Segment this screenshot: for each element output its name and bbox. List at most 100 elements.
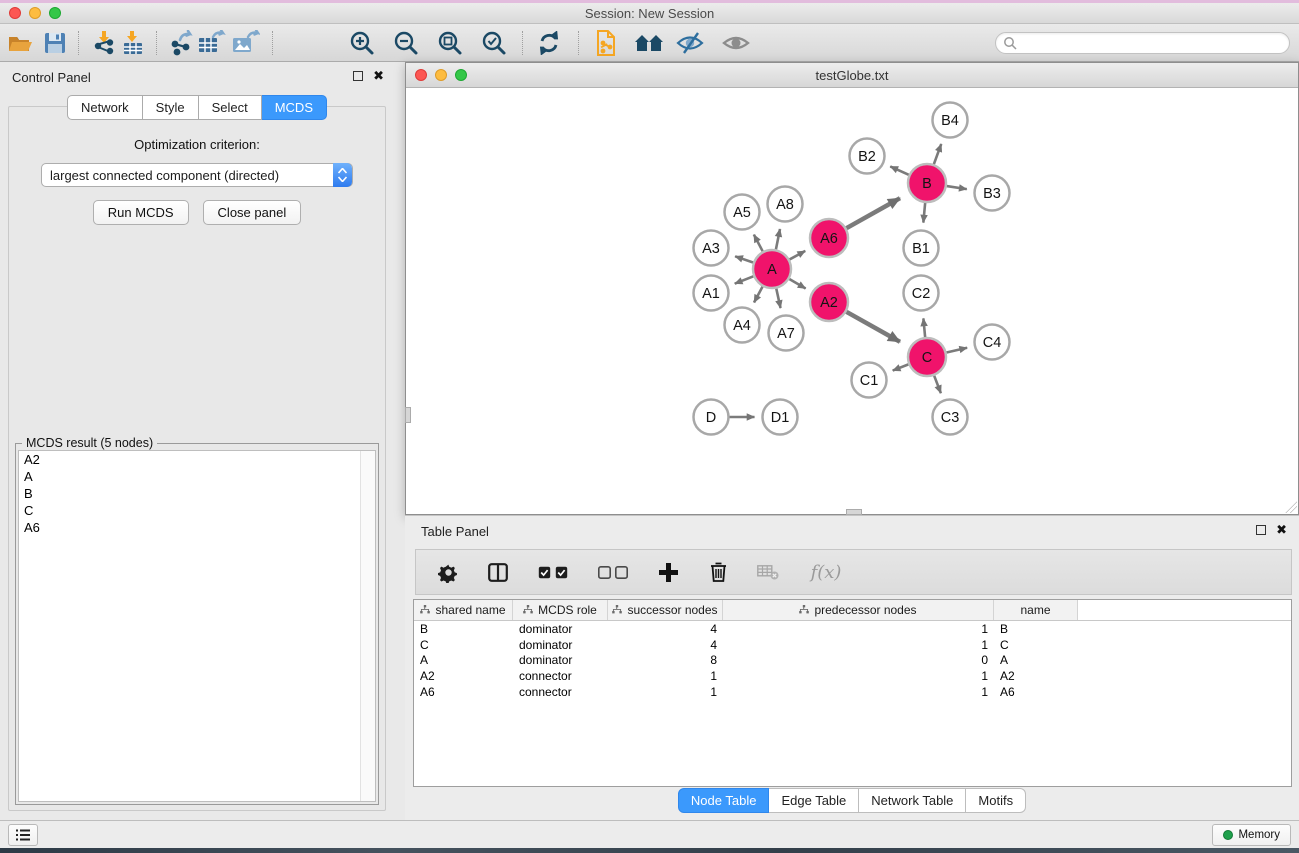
tab-node-table[interactable]: Node Table [678,788,770,813]
edge-A-A3[interactable] [735,256,753,262]
export-table-icon[interactable] [198,30,226,56]
refresh-icon[interactable] [537,31,561,55]
table-cell[interactable]: A [994,653,1078,667]
tab-select[interactable]: Select [199,95,262,120]
mcds-result-item[interactable]: A2 [19,451,375,468]
float-table-panel-icon[interactable] [1256,525,1266,535]
edge-C-C2[interactable] [923,318,925,337]
edge-A-A7[interactable] [776,289,780,309]
close-panel-icon[interactable]: ✖ [373,71,384,81]
edge-A-A5[interactable] [754,235,763,252]
import-network-icon[interactable] [92,30,118,56]
zoom-fit-icon[interactable] [437,30,463,56]
edge-A-A6[interactable] [790,251,806,260]
zoom-out-icon[interactable] [393,30,419,56]
edge-C-C3[interactable] [934,376,941,394]
mcds-result-item[interactable]: C [19,502,375,519]
table-cell[interactable]: 0 [723,653,994,667]
mcds-result-item[interactable]: A [19,468,375,485]
column-header-shared-name[interactable]: shared name [414,600,513,620]
result-scrollbar[interactable] [360,451,375,801]
close-table-panel-icon[interactable]: ✖ [1276,525,1287,535]
show-panels-button[interactable] [8,824,38,846]
edge-A2-C[interactable] [846,312,900,342]
tab-network-table[interactable]: Network Table [859,788,966,813]
table-cell[interactable]: 4 [608,622,723,636]
table-cell[interactable]: A2 [994,669,1078,683]
split-grip-left[interactable] [405,407,411,423]
edge-A-A8[interactable] [776,229,780,249]
open-session-icon[interactable] [8,32,34,54]
zoom-selected-icon[interactable] [481,30,507,56]
column-header-predecessor-nodes[interactable]: predecessor nodes [723,600,994,620]
table-cell[interactable]: 1 [723,638,994,652]
tab-network[interactable]: Network [67,95,143,120]
table-cell[interactable]: connector [513,685,608,699]
table-cell[interactable]: 1 [723,669,994,683]
table-settings-icon[interactable] [436,560,460,584]
table-cell[interactable]: C [414,638,513,652]
float-panel-icon[interactable] [353,71,363,81]
table-cell[interactable]: A6 [414,685,513,699]
table-cell[interactable]: connector [513,669,608,683]
table-row[interactable]: Cdominator41C [414,637,1291,653]
create-column-icon[interactable] [656,560,680,584]
memory-button[interactable]: Memory [1212,824,1291,846]
new-network-from-selection-icon[interactable] [594,29,618,57]
node-table[interactable]: shared nameMCDS rolesuccessor nodesprede… [413,599,1292,787]
close-panel-button[interactable]: Close panel [203,200,302,225]
column-header-mcds-role[interactable]: MCDS role [513,600,608,620]
search-input[interactable] [995,32,1290,54]
table-row[interactable]: Adominator80A [414,652,1291,668]
function-builder-icon[interactable]: f(x) [806,560,846,584]
save-session-icon[interactable] [44,32,66,54]
table-cell[interactable]: dominator [513,638,608,652]
table-cell[interactable]: dominator [513,622,608,636]
table-cell[interactable]: C [994,638,1078,652]
select-all-columns-icon[interactable] [536,560,570,584]
table-cell[interactable]: A2 [414,669,513,683]
table-row[interactable]: A2connector11A2 [414,668,1291,684]
tab-style[interactable]: Style [143,95,199,120]
import-table-icon[interactable] [120,30,146,56]
mcds-result-item[interactable]: B [19,485,375,502]
tab-mcds[interactable]: MCDS [262,95,327,120]
zoom-in-icon[interactable] [349,30,375,56]
edge-A-A4[interactable] [754,287,763,303]
table-cell[interactable]: dominator [513,653,608,667]
edge-B-B2[interactable] [890,166,909,174]
table-cell[interactable]: 1 [723,685,994,699]
network-canvas[interactable]: B4B2BB3A8A5A6A3B1AA1C2A2A4A7C4CC1C3DD1 [406,88,1298,514]
criterion-select[interactable]: largest connected component (directed) [41,163,353,187]
table-cell[interactable]: 1 [608,669,723,683]
mcds-result-list[interactable]: A2ABCA6 [18,450,376,802]
table-cell[interactable]: A6 [994,685,1078,699]
table-cell[interactable]: B [994,622,1078,636]
network-window-titlebar[interactable]: testGlobe.txt [406,63,1298,88]
unselect-all-columns-icon[interactable] [596,560,630,584]
table-cell[interactable]: A [414,653,513,667]
table-cell[interactable]: B [414,622,513,636]
edge-A-A2[interactable] [789,279,805,288]
edge-C-C4[interactable] [946,348,967,353]
edge-C-C1[interactable] [893,364,909,370]
table-cell[interactable]: 1 [608,685,723,699]
table-cell[interactable]: 8 [608,653,723,667]
resize-corner[interactable] [1285,501,1297,513]
run-mcds-button[interactable]: Run MCDS [93,200,189,225]
column-header-name[interactable]: name [994,600,1078,620]
show-column-panel-icon[interactable] [486,560,510,584]
edge-B-B4[interactable] [934,144,941,164]
edge-A-A1[interactable] [735,276,754,283]
export-image-icon[interactable] [232,30,260,56]
edge-A6-B[interactable] [846,198,900,228]
mcds-result-item[interactable]: A6 [19,519,375,536]
network-graph[interactable]: B4B2BB3A8A5A6A3B1AA1C2A2A4A7C4CC1C3DD1 [406,88,1298,514]
table-cell[interactable]: 1 [723,622,994,636]
column-header-successor-nodes[interactable]: successor nodes [608,600,723,620]
export-network-icon[interactable] [168,30,194,56]
edge-B-B3[interactable] [947,186,967,189]
table-row[interactable]: A6connector11A6 [414,684,1291,700]
first-neighbors-icon[interactable] [634,32,664,54]
birds-eye-view-icon[interactable] [722,31,750,55]
